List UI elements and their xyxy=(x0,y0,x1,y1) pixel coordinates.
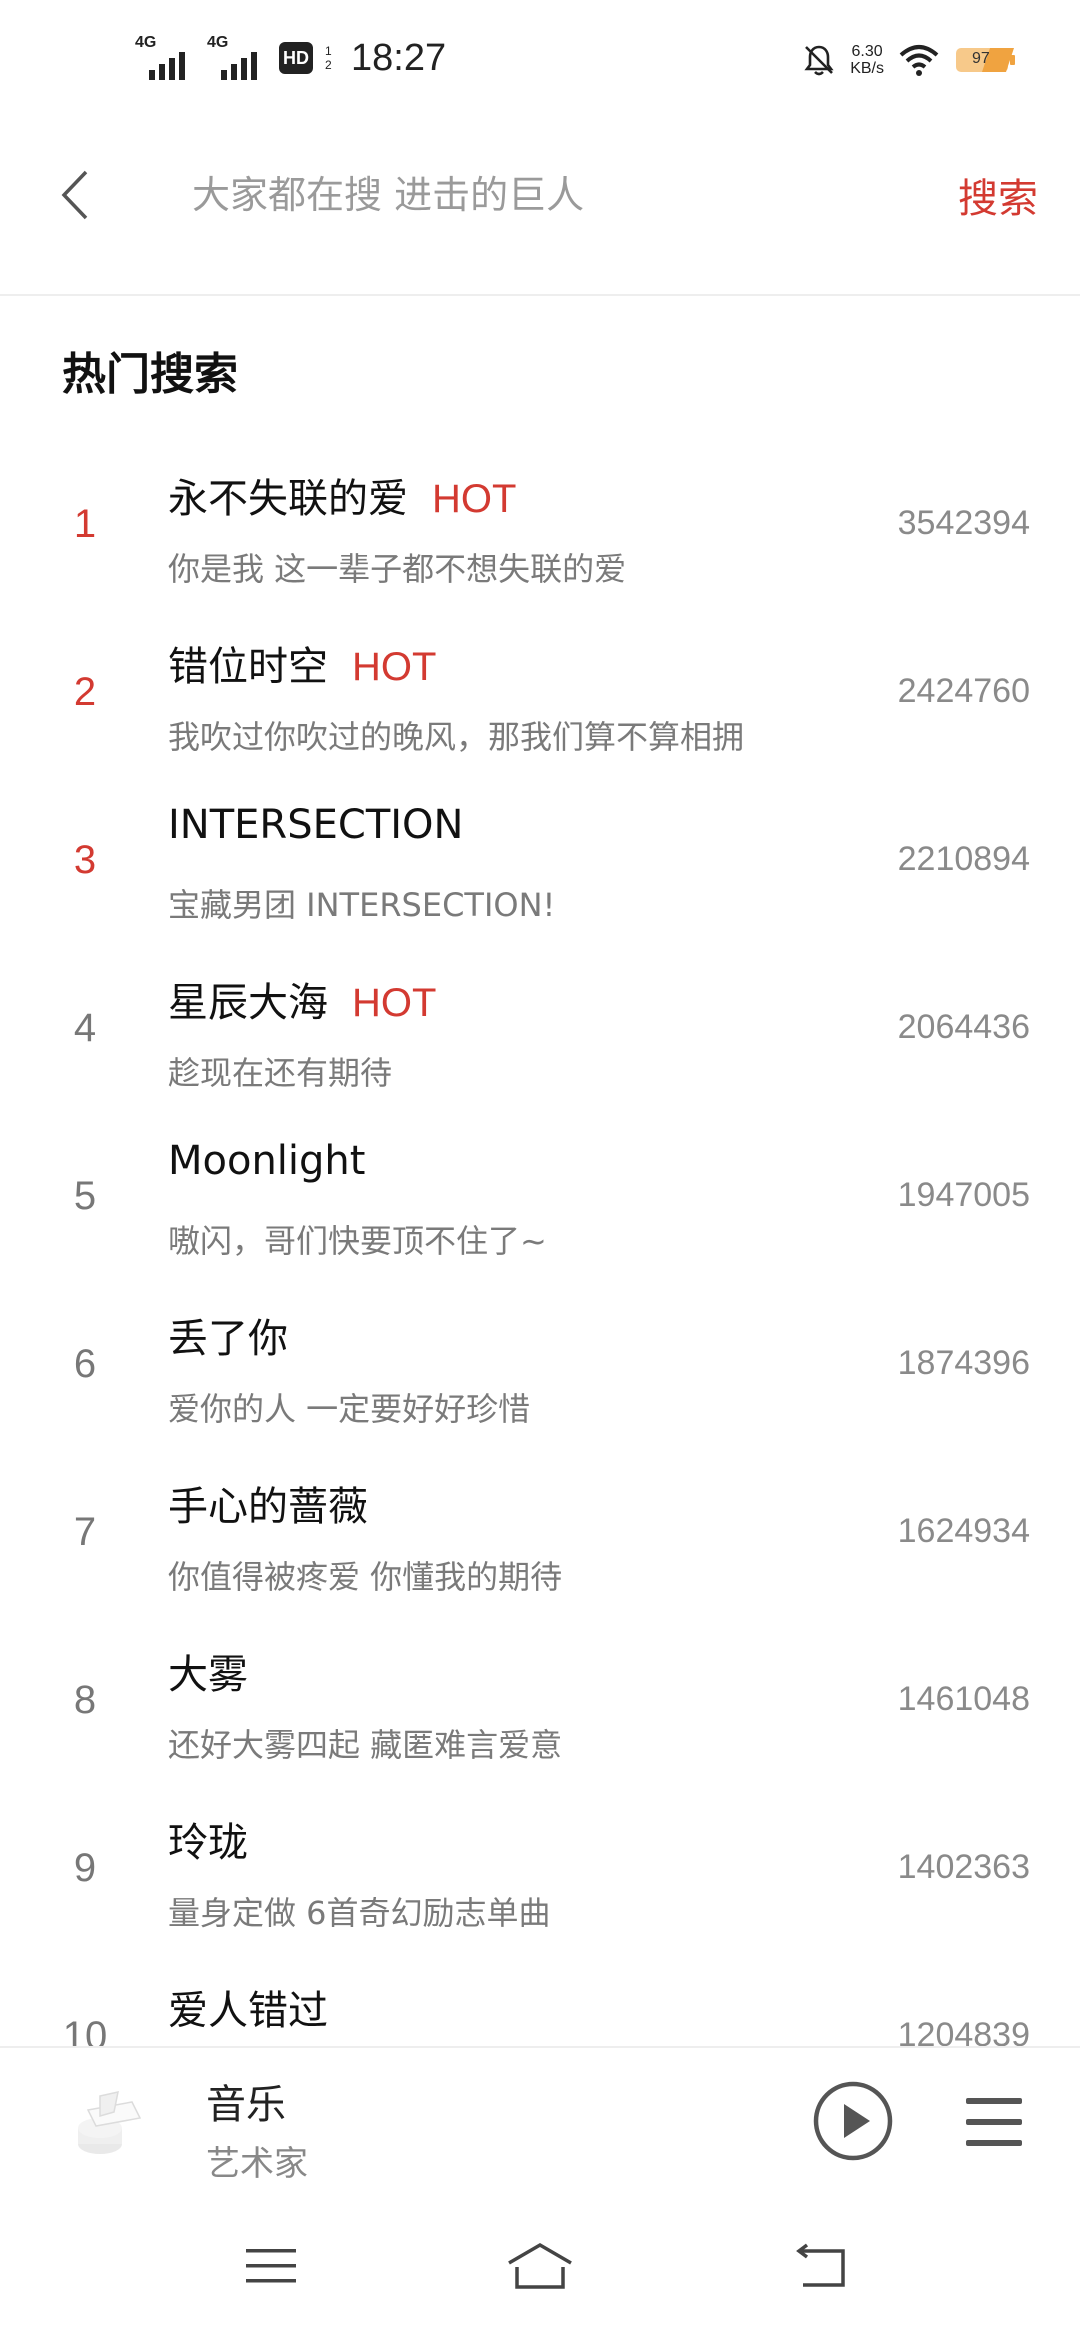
search-header: 搜索 xyxy=(0,120,1080,296)
hot-search-item[interactable]: 10 爱人错过 1204839 xyxy=(0,1958,1080,2046)
search-count: 1461048 xyxy=(897,1680,1030,1718)
rank-number: 5 xyxy=(73,1174,97,1218)
rank-number: 6 xyxy=(73,1342,97,1386)
item-title-row: 丢了你 xyxy=(168,1306,288,1364)
signal-2-bars-icon xyxy=(221,52,257,80)
item-title: 错位时空 xyxy=(168,644,328,690)
item-title-row: 星辰大海 HOT xyxy=(168,970,436,1028)
search-input[interactable] xyxy=(190,160,890,230)
item-title-row: 大雾 xyxy=(168,1642,248,1700)
rank-number: 8 xyxy=(73,1678,97,1722)
item-subtitle: 嗷闪，哥们快要顶不住了~ xyxy=(168,1222,547,1260)
status-left: 4G 4G HD 1 2 18:27 xyxy=(135,28,446,88)
search-count: 1204839 xyxy=(897,2016,1030,2046)
item-title-row: 错位时空 HOT xyxy=(168,634,436,692)
status-right: 6.30 KB/s 97 xyxy=(802,38,1020,82)
search-count: 1624934 xyxy=(897,1512,1030,1550)
hot-badge: HOT xyxy=(352,981,437,1025)
battery-level: 97 xyxy=(972,50,990,67)
item-subtitle: 还好大雾四起 藏匿难言爱意 xyxy=(168,1726,563,1764)
mini-player[interactable]: 音乐 艺术家 xyxy=(0,2046,1080,2196)
item-subtitle: 宝藏男团 INTERSECTION! xyxy=(168,886,556,924)
hot-badge: HOT xyxy=(432,477,517,521)
home-icon xyxy=(508,2242,572,2289)
item-title: 手心的蔷薇 xyxy=(168,1484,368,1530)
item-subtitle: 爱你的人 一定要好好珍惜 xyxy=(168,1390,531,1428)
item-subtitle: 趁现在还有期待 xyxy=(168,1054,393,1092)
search-count: 2064436 xyxy=(897,1008,1030,1046)
status-bar: 4G 4G HD 1 2 18:27 6.30 KB/s 97 xyxy=(0,0,1080,120)
nav-home-button[interactable] xyxy=(500,2236,580,2296)
net-speed-value: 6.30 xyxy=(851,43,883,60)
battery: 97 xyxy=(954,45,1020,75)
search-count: 3542394 xyxy=(897,504,1030,542)
net-speed-unit: KB/s xyxy=(850,60,884,77)
hot-search-item[interactable]: 3 INTERSECTION 宝藏男团 INTERSECTION! 2210894 xyxy=(0,782,1080,950)
player-artist: 艺术家 xyxy=(206,2144,308,2184)
hot-badge: HOT xyxy=(352,645,437,689)
menu-icon xyxy=(246,2249,296,2283)
rank-number: 4 xyxy=(73,1006,97,1050)
item-title: INTERSECTION xyxy=(168,802,464,848)
item-title-row: 永不失联的爱 HOT xyxy=(168,466,516,524)
signal-1-bars-icon xyxy=(149,52,185,80)
net-speed: 6.30 KB/s xyxy=(850,43,884,77)
signal-2: 4G xyxy=(207,34,269,82)
section-title: 热门搜索 xyxy=(62,349,238,400)
search-count: 1874396 xyxy=(897,1344,1030,1382)
item-title: 丢了你 xyxy=(168,1316,288,1362)
hot-search-item[interactable]: 5 Moonlight 嗷闪，哥们快要顶不住了~ 1947005 xyxy=(0,1118,1080,1286)
item-title-row: Moonlight xyxy=(168,1138,365,1184)
hot-search-item[interactable]: 9 玲珑量身定做 6首奇幻励志单曲 1402363 xyxy=(0,1790,1080,1958)
item-title: 玲珑 xyxy=(168,1820,248,1866)
status-time: 18:27 xyxy=(351,36,447,79)
item-title: Moonlight xyxy=(168,1138,366,1184)
rank-number: 2 xyxy=(73,670,97,714)
item-title-row: 玲珑 xyxy=(168,1810,248,1868)
item-title: 永不失联的爱 xyxy=(168,476,408,522)
search-count: 2210894 xyxy=(897,840,1030,878)
search-count: 1947005 xyxy=(897,1176,1030,1214)
rank-number: 7 xyxy=(73,1510,97,1554)
hot-search-item[interactable]: 4 星辰大海 HOT 趁现在还有期待 2064436 xyxy=(0,950,1080,1118)
rank-number: 10 xyxy=(62,2014,108,2046)
player-title: 音乐 xyxy=(206,2082,286,2128)
search-count: 2424760 xyxy=(897,672,1030,710)
album-art-icon[interactable] xyxy=(60,2078,156,2174)
wifi-icon xyxy=(899,45,939,76)
item-title-row: 手心的蔷薇 xyxy=(168,1474,368,1532)
item-subtitle: 我吹过你吹过的晚风，那我们算不算相拥 xyxy=(168,718,745,756)
hot-search-item[interactable]: 8 大雾还好大雾四起 藏匿难言爱意 1461048 xyxy=(0,1622,1080,1790)
item-subtitle: 量身定做 6首奇幻励志单曲 xyxy=(168,1894,551,1932)
hot-search-item[interactable]: 6 丢了你爱你的人 一定要好好珍惜 1874396 xyxy=(0,1286,1080,1454)
signal-1: 4G xyxy=(135,34,197,82)
search-button[interactable]: 搜索 xyxy=(958,160,1038,230)
system-nav-bar xyxy=(0,2196,1080,2340)
item-title-row: INTERSECTION xyxy=(168,802,463,848)
search-count: 1402363 xyxy=(897,1848,1030,1886)
item-subtitle: 你是我 这一辈子都不想失联的爱 xyxy=(168,550,627,588)
hot-search-list: 1 永不失联的爱 HOT 你是我 这一辈子都不想失联的爱 3542394 2 错位时空 HOT… xyxy=(0,446,1080,2046)
play-button[interactable] xyxy=(812,2080,894,2162)
hot-search-item[interactable]: 7 手心的蔷薇你值得被疼爱 你懂我的期待 1624934 xyxy=(0,1454,1080,1622)
hot-search-item[interactable]: 2 错位时空 HOT 我吹过你吹过的晚风，那我们算不算相拥 2424760 xyxy=(0,614,1080,782)
item-title-row: 爱人错过 xyxy=(168,1978,328,2036)
hd-badge: HD xyxy=(279,42,313,74)
item-title: 爱人错过 xyxy=(168,1988,328,2034)
nav-menu-button[interactable] xyxy=(231,2236,311,2296)
back-button[interactable] xyxy=(50,160,100,230)
playlist-button[interactable] xyxy=(964,2094,1024,2150)
item-title: 星辰大海 xyxy=(168,980,328,1026)
nav-back-button[interactable] xyxy=(782,2236,862,2296)
bell-off-icon xyxy=(804,45,834,76)
hot-search-item[interactable]: 1 永不失联的爱 HOT 你是我 这一辈子都不想失联的爱 3542394 xyxy=(0,446,1080,614)
rank-number: 1 xyxy=(73,502,97,546)
item-title: 大雾 xyxy=(168,1652,248,1698)
item-subtitle: 你值得被疼爱 你懂我的期待 xyxy=(168,1558,563,1596)
rank-number: 3 xyxy=(73,838,97,882)
back-arrow-icon xyxy=(61,170,88,220)
hd-sub: 1 2 xyxy=(325,44,332,72)
return-icon xyxy=(796,2243,845,2287)
rank-number: 9 xyxy=(73,1846,97,1890)
